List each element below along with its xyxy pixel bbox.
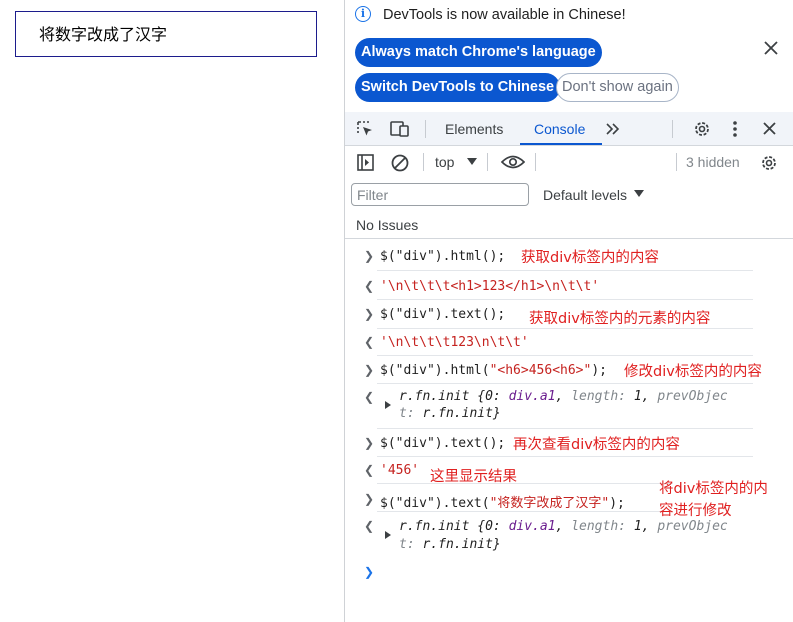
devtools-tabbar: Elements Console: [345, 112, 793, 146]
always-match-language-button[interactable]: Always match Chrome's language: [355, 38, 602, 67]
input-chevron-icon: ❯: [364, 492, 375, 506]
input-chevron-icon: ❯: [364, 249, 375, 263]
annotation: 将div标签内的内: [659, 481, 768, 497]
toolbar2-separator-2: [487, 153, 488, 171]
hidden-count[interactable]: 3 hidden: [686, 154, 740, 170]
input-chevron-icon: ❯: [364, 363, 375, 377]
console-settings-gear-icon[interactable]: [759, 153, 779, 173]
filter-input[interactable]: Filter: [351, 183, 529, 206]
console-command: $("div").html();: [380, 249, 506, 264]
console-command: $("div").text();: [380, 307, 506, 322]
dropdown-caret-icon[interactable]: [467, 158, 477, 166]
console-output-line: ❮ r.fn.init {0: div.a1, length: 1, prevO…: [345, 512, 793, 558]
console-prompt-chevron-icon[interactable]: ❯: [364, 565, 374, 579]
infobar-message: DevTools is now available in Chinese!: [383, 7, 626, 23]
log-levels-dropdown[interactable]: Default levels: [543, 187, 627, 203]
levels-caret-icon[interactable]: [634, 190, 644, 198]
sidebar-toggle-icon[interactable]: [356, 153, 375, 172]
console-command: $("div").html("<h6>456<h6>");: [380, 363, 607, 378]
clear-console-icon[interactable]: [390, 153, 410, 173]
expand-triangle-icon[interactable]: [385, 401, 391, 409]
console-result[interactable]: '456': [380, 463, 419, 478]
context-selector[interactable]: top: [435, 154, 454, 170]
eye-icon[interactable]: [501, 154, 525, 170]
language-infobar: i DevTools is now available in Chinese! …: [345, 0, 793, 110]
output-arrow-icon: ❮: [364, 390, 375, 404]
input-chevron-icon: ❯: [364, 307, 375, 321]
tab-console[interactable]: Console: [534, 121, 585, 137]
log-levels-label: Default levels: [543, 187, 628, 203]
console-input-line: ❯ $("div").html("<h6>456<h6>"); 修改div标签内…: [345, 356, 793, 384]
object-preview-line2[interactable]: t: r.fn.init}: [399, 406, 501, 421]
console-command: $("div").text("将数字改成了汉字");: [380, 496, 625, 511]
console-input-line: ❯ $("div").html(); 获取div标签内的内容: [345, 240, 793, 271]
expand-triangle-icon[interactable]: [385, 531, 391, 539]
page-viewport: 将数字改成了汉字: [0, 0, 344, 622]
object-preview-line2[interactable]: t: r.fn.init}: [399, 537, 501, 552]
switch-to-chinese-button[interactable]: Switch DevTools to Chinese: [355, 73, 561, 102]
close-devtools-icon[interactable]: [762, 121, 777, 136]
more-tabs-icon[interactable]: [605, 122, 621, 136]
output-arrow-icon: ❮: [364, 335, 375, 349]
toolbar2-separator: [423, 153, 424, 171]
object-preview-line1[interactable]: r.fn.init {0: div.a1, length: 1, prevObj…: [399, 389, 728, 404]
settings-gear-icon[interactable]: [692, 119, 712, 139]
console-result[interactable]: '\n\t\t\t<h1>123</h1>\n\t\t': [380, 279, 599, 294]
console-output-line: ❮ r.fn.init {0: div.a1, length: 1, prevO…: [345, 384, 793, 429]
output-arrow-icon: ❮: [364, 279, 375, 293]
toolbar2-separator-3: [535, 153, 536, 171]
inspect-element-icon[interactable]: [356, 120, 374, 138]
console-result[interactable]: '\n\t\t\t123\n\t\t': [380, 335, 529, 350]
console-command: $("div").text();: [380, 436, 506, 451]
console-output-line: ❮ '\n\t\t\t123\n\t\t': [345, 329, 793, 356]
output-arrow-icon: ❮: [364, 463, 375, 477]
console-toolbar: top 3 hidden: [345, 146, 793, 179]
info-icon: i: [355, 6, 371, 22]
console-input-line: ❯ $("div").text(); 获取div标签内的元素的内容: [345, 300, 793, 329]
device-toolbar-icon[interactable]: [389, 120, 411, 138]
close-icon[interactable]: [763, 40, 779, 56]
object-preview-line1[interactable]: r.fn.init {0: div.a1, length: 1, prevObj…: [399, 519, 728, 534]
dont-show-again-button[interactable]: Don't show again: [556, 73, 679, 102]
page-div-a1: 将数字改成了汉字: [15, 11, 317, 57]
toolbar2-separator-4: [676, 153, 677, 171]
filter-row: Filter Default levels: [345, 180, 793, 210]
toolbar-separator-2: [672, 120, 673, 138]
annotation: 获取div标签内的内容: [521, 250, 659, 266]
annotation: 获取div标签内的元素的内容: [529, 311, 711, 327]
console-input-line: ❯ $("div").text(); 再次查看div标签内的内容: [345, 429, 793, 457]
input-chevron-icon: ❯: [364, 436, 375, 450]
output-arrow-icon: ❮: [364, 519, 375, 533]
annotation: 再次查看div标签内的内容: [513, 437, 680, 453]
console-output-line: ❮ '\n\t\t\t<h1>123</h1>\n\t\t': [345, 271, 793, 300]
devtools-panel: i DevTools is now available in Chinese! …: [345, 0, 793, 622]
kebab-menu-icon[interactable]: [731, 119, 739, 139]
tab-elements[interactable]: Elements: [445, 121, 503, 137]
annotation: 修改div标签内的内容: [624, 364, 762, 380]
active-tab-indicator: [520, 143, 602, 145]
issues-status[interactable]: No Issues: [345, 211, 793, 239]
toolbar-separator: [425, 120, 426, 138]
